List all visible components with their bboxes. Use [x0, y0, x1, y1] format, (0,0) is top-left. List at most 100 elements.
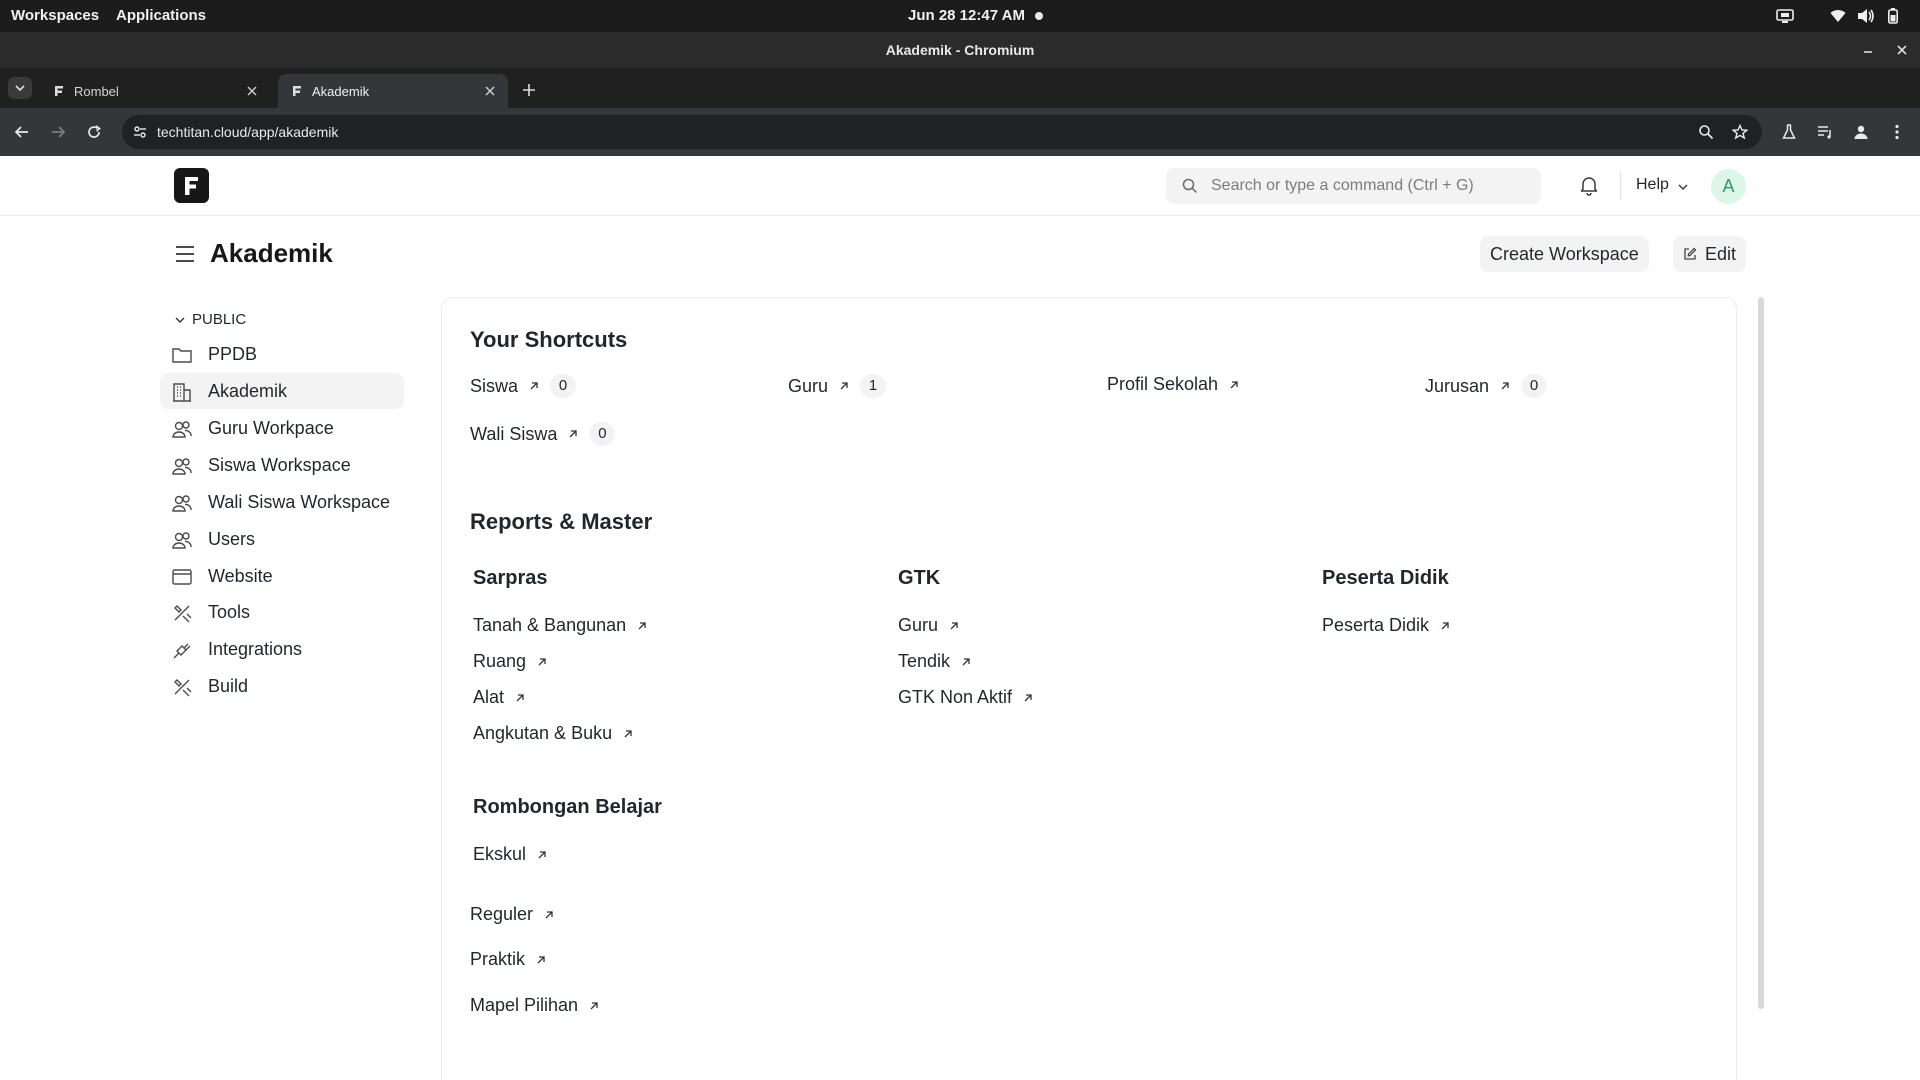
profile-icon[interactable] [1850, 121, 1872, 143]
report-link-angkutan-buku[interactable]: Angkutan & Buku [473, 723, 634, 744]
notification-bell-icon[interactable] [1578, 174, 1600, 196]
report-link-tanah-bangunan[interactable]: Tanah & Bangunan [473, 615, 648, 636]
sidebar-item-wali-siswa-workspace[interactable]: Wali Siswa Workspace [160, 484, 404, 520]
back-icon[interactable] [11, 121, 33, 143]
sidebar-item-label: Website [208, 566, 273, 586]
user-avatar[interactable]: A [1711, 169, 1746, 204]
report-group-title: Rombongan Belajar [473, 796, 662, 818]
bookmark-star-icon[interactable] [1731, 123, 1749, 141]
sidebar-item-label: Guru Workpace [208, 418, 334, 438]
close-tab-icon[interactable] [244, 83, 260, 99]
shortcut-guru[interactable]: Guru 1 [788, 374, 887, 398]
new-tab-icon[interactable] [520, 81, 538, 99]
sidebar-item-ppdb[interactable]: PPDB [160, 336, 404, 372]
tools-icon [174, 605, 192, 623]
shortcut-label: Siswa [470, 375, 519, 396]
report-link-praktik[interactable]: Praktik [470, 949, 547, 970]
sidebar-item-build[interactable]: Build [160, 668, 404, 704]
system-clock[interactable]: Jun 28 12:47 AM [908, 7, 1025, 24]
edit-button[interactable]: Edit [1673, 236, 1747, 272]
sidebar-item-label: Tools [208, 602, 251, 622]
users-icon [172, 532, 192, 549]
shortcut-label: Jurusan [1425, 375, 1490, 396]
report-link-label: Ekskul [473, 844, 527, 864]
app-logo[interactable] [174, 168, 209, 203]
shortcut-count-badge: 0 [550, 374, 577, 398]
report-link-guru[interactable]: Guru [898, 615, 960, 636]
page-title: Akademik [210, 238, 333, 268]
sidebar-item-tools[interactable]: Tools [160, 594, 404, 630]
screen-share-icon[interactable] [1776, 7, 1794, 25]
url-text[interactable]: techtitan.cloud/app/akademik [157, 124, 338, 140]
wifi-icon[interactable] [1830, 7, 1846, 25]
shortcut-label: Guru [788, 375, 829, 396]
sidebar-item-label: Integrations [208, 639, 303, 659]
volume-icon[interactable] [1857, 7, 1875, 25]
external-arrow-icon [638, 621, 646, 629]
report-link-reguler[interactable]: Reguler [470, 904, 555, 925]
sidebar-item-guru-workpace[interactable]: Guru Workpace [160, 410, 404, 446]
sidebar-section-public[interactable]: PUBLIC [174, 311, 246, 328]
report-link-label: Alat [473, 687, 505, 707]
scrollbar[interactable] [1758, 297, 1764, 1009]
frappe-logo-icon [185, 176, 198, 195]
chevron-down-icon [175, 317, 185, 323]
external-arrow-icon [590, 1001, 598, 1009]
report-link-tendik[interactable]: Tendik [898, 651, 972, 672]
chevron-down-icon[interactable] [1677, 181, 1689, 193]
battery-icon[interactable] [1888, 7, 1898, 25]
workspace-card [441, 297, 1737, 1080]
report-link-mapel-pilihan[interactable]: Mapel Pilihan [470, 995, 600, 1016]
external-arrow-icon [569, 430, 578, 438]
address-bar[interactable]: techtitan.cloud/app/akademik [122, 115, 1762, 149]
sidebar-toggle-icon[interactable] [174, 243, 196, 265]
sidebar-item-users[interactable]: Users [160, 521, 404, 557]
shortcut-siswa[interactable]: Siswa 0 [470, 374, 577, 398]
report-link-ekskul[interactable]: Ekskul [473, 844, 548, 865]
zoom-icon[interactable] [1697, 123, 1715, 141]
report-link-gtk-non-aktif[interactable]: GTK Non Aktif [898, 687, 1034, 708]
external-arrow-icon [545, 910, 553, 918]
tab-rombel[interactable]: Rombel [40, 74, 270, 108]
media-queue-icon[interactable] [1814, 121, 1836, 143]
labs-flask-icon[interactable] [1778, 121, 1800, 143]
tab-label: Akademik [312, 84, 370, 99]
browser-menu-icon[interactable] [1886, 121, 1908, 143]
users-icon [172, 458, 192, 475]
external-arrow-icon [1441, 621, 1449, 629]
report-link-alat[interactable]: Alat [473, 687, 526, 708]
sidebar-item-akademik[interactable]: Akademik [160, 373, 404, 409]
forward-icon[interactable] [47, 121, 69, 143]
report-link-peserta-didik[interactable]: Peserta Didik [1322, 615, 1451, 636]
close-window-icon[interactable] [1892, 40, 1912, 60]
browser-toolbar: techtitan.cloud/app/akademik [0, 108, 1920, 156]
users-icon [172, 421, 192, 438]
minimize-icon[interactable] [1858, 40, 1878, 60]
applications-menu[interactable]: Applications [116, 7, 206, 24]
create-workspace-button[interactable]: Create Workspace [1480, 236, 1649, 272]
tab-search-button[interactable] [8, 77, 32, 99]
shortcut-count-badge: 0 [1521, 374, 1548, 398]
tab-akademik[interactable]: Akademik [278, 74, 508, 108]
external-arrow-icon [962, 657, 970, 665]
sidebar-item-siswa-workspace[interactable]: Siswa Workspace [160, 447, 404, 483]
report-link-ruang[interactable]: Ruang [473, 651, 548, 672]
shortcut-count-badge: 0 [589, 422, 616, 446]
sidebar-item-website[interactable]: Website [160, 558, 404, 594]
shortcut-profil-sekolah[interactable]: Profil Sekolah [1107, 374, 1240, 395]
tab-strip: Rombel Akademik [0, 68, 1920, 108]
shortcut-label: Profil Sekolah [1107, 374, 1219, 394]
tab-label: Rombel [74, 84, 119, 99]
help-menu[interactable]: Help [1636, 176, 1669, 194]
close-tab-icon[interactable] [482, 83, 498, 99]
sidebar-item-integrations[interactable]: Integrations [160, 631, 404, 667]
external-arrow-icon [1024, 693, 1032, 701]
search-input[interactable]: Search or type a command (Ctrl + G) [1166, 168, 1541, 204]
shortcut-jurusan[interactable]: Jurusan 0 [1425, 374, 1548, 398]
reload-icon[interactable] [83, 121, 105, 143]
site-info-icon[interactable] [132, 124, 148, 140]
browser-title-bar: Akademik - Chromium [0, 32, 1920, 68]
workspaces-menu[interactable]: Workspaces [11, 7, 99, 24]
browser-icon [172, 569, 192, 585]
shortcut-wali-siswa[interactable]: Wali Siswa 0 [470, 422, 616, 446]
